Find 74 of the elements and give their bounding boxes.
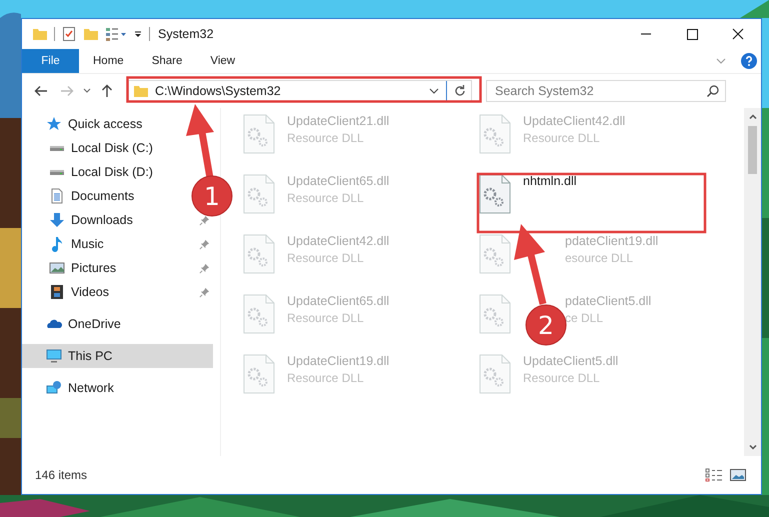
new-folder-icon[interactable]	[83, 26, 99, 42]
refresh-icon[interactable]	[453, 84, 467, 98]
search-field[interactable]: Search System32	[486, 80, 726, 102]
scroll-thumb[interactable]	[748, 126, 757, 174]
pin-icon[interactable]	[199, 214, 210, 226]
nav-label: Downloads	[71, 213, 133, 227]
file-type: Resource DLL	[287, 191, 365, 205]
nav-item[interactable]: OneDrive	[22, 312, 213, 336]
download-arrow-icon	[49, 212, 65, 228]
pin-icon[interactable]	[199, 238, 210, 250]
file-type: Resource DLL	[287, 131, 365, 145]
document-icon	[49, 188, 65, 204]
dll-file-icon[interactable]	[479, 174, 511, 214]
file-type: Resource DLL	[287, 311, 365, 325]
number-badge: 1	[192, 176, 232, 216]
monitor-icon	[46, 348, 62, 364]
picture-icon	[49, 260, 65, 276]
nav-item[interactable]: Videos	[49, 280, 113, 304]
ribbon-tab[interactable]: Share	[138, 49, 196, 73]
nav-item[interactable]: Local Disk (C:)	[49, 136, 157, 160]
recent-locations-icon[interactable]	[82, 88, 92, 94]
nav-item[interactable]: Quick access	[22, 112, 213, 136]
music-note-icon	[49, 236, 65, 252]
window-title: System32	[158, 27, 214, 41]
ribbon-tab[interactable]: Home	[79, 49, 138, 73]
folder-icon[interactable]	[32, 26, 48, 42]
network-icon	[46, 380, 62, 396]
view-options-icon[interactable]	[105, 26, 127, 42]
nav-item[interactable]: Documents	[49, 184, 138, 208]
address-path: C:\Windows\System32	[155, 84, 282, 98]
star-icon	[46, 116, 62, 132]
film-icon	[49, 284, 65, 300]
nav-label: OneDrive	[68, 317, 121, 331]
file-type: Resource DLL	[523, 371, 601, 385]
folder-icon	[133, 83, 149, 99]
properties-icon[interactable]	[61, 26, 77, 42]
item-count: 146 items	[35, 468, 88, 482]
scroll-down-icon[interactable]	[748, 442, 758, 452]
file-type: ce DLL	[565, 311, 604, 325]
number-badge: 2	[526, 304, 566, 346]
nav-label: Videos	[71, 285, 109, 299]
scrollbar[interactable]	[744, 108, 761, 456]
drive-icon	[49, 144, 65, 152]
nav-item[interactable]: Music	[49, 232, 108, 256]
address-bar[interactable]: C:\Windows\System32	[128, 80, 472, 102]
file-type: esource DLL	[565, 251, 634, 265]
scroll-up-icon[interactable]	[748, 112, 758, 122]
file-type: Resource DLL	[287, 371, 365, 385]
nav-item[interactable]: Local Disk (D:)	[49, 160, 157, 184]
ribbon-tab[interactable]: View	[196, 49, 250, 73]
file-name[interactable]: nhtmln.dll	[523, 174, 576, 188]
details-view-icon[interactable]	[705, 468, 723, 482]
nav-label: Pictures	[71, 261, 116, 275]
nav-label: This PC	[68, 349, 112, 363]
pin-icon[interactable]	[199, 262, 210, 274]
file-menu-tab[interactable]: File	[22, 49, 79, 73]
nav-label: Local Disk (D:)	[71, 165, 153, 179]
nav-label: Network	[68, 381, 114, 395]
pin-icon[interactable]	[199, 286, 210, 298]
nav-item[interactable]: This PC	[22, 344, 213, 368]
large-icons-view-icon[interactable]	[729, 468, 747, 482]
drive-icon	[49, 168, 65, 176]
customize-dropdown-icon[interactable]	[133, 29, 143, 39]
search-icon[interactable]	[706, 84, 720, 98]
nav-item[interactable]: Network	[22, 376, 213, 400]
nav-label: Quick access	[68, 117, 142, 131]
nav-label: Documents	[71, 189, 134, 203]
nav-label: Local Disk (C:)	[71, 141, 153, 155]
nav-item[interactable]: Downloads	[49, 208, 137, 232]
help-icon[interactable]	[741, 53, 757, 69]
file-type: Resource DLL	[287, 251, 365, 265]
file-type: Resource DLL	[523, 131, 601, 145]
nav-label: Music	[71, 237, 104, 251]
nav-item[interactable]: Pictures	[49, 256, 120, 280]
